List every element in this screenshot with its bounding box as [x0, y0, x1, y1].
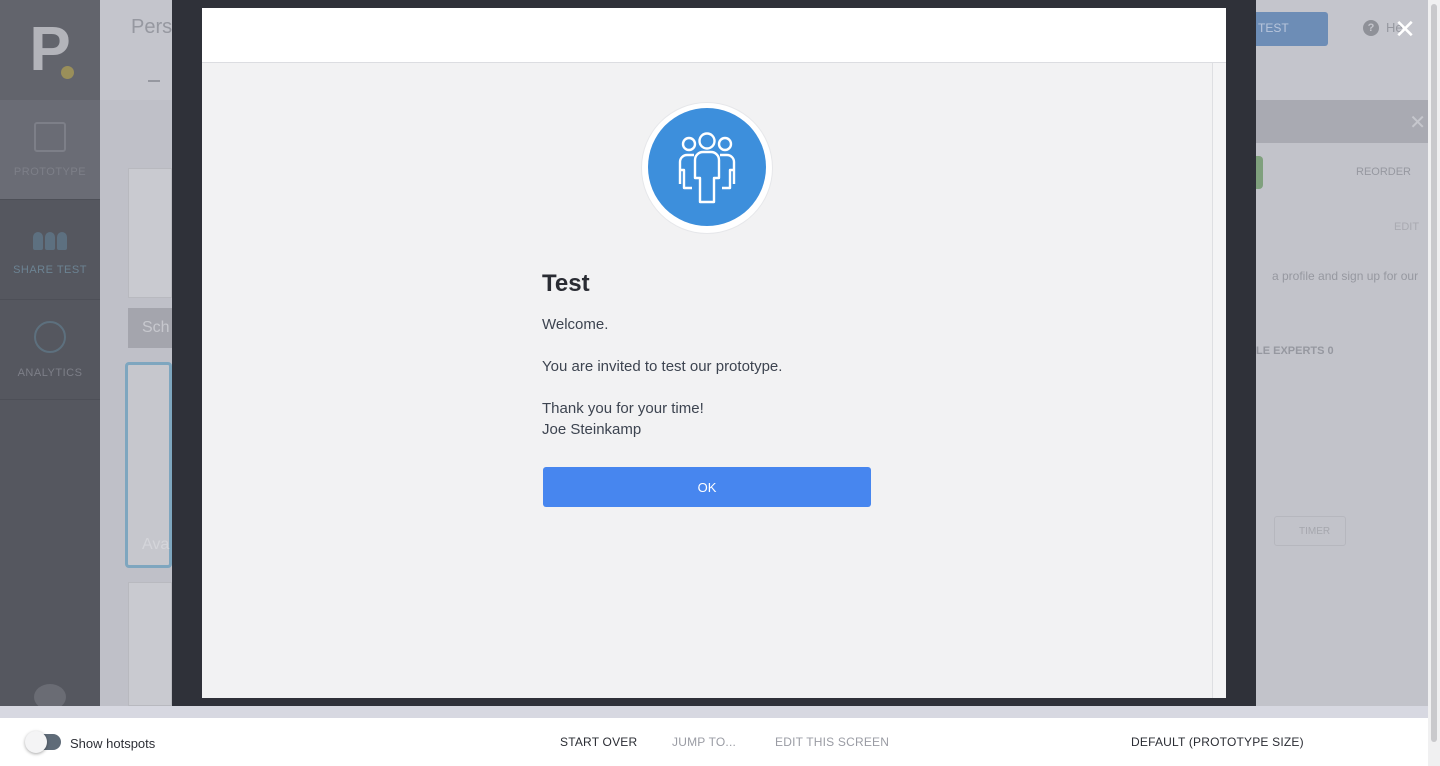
help-icon[interactable]: ? — [1363, 20, 1379, 36]
welcome-line: Thank you for your time! — [542, 400, 704, 417]
screen-thumbnails: Sch Ava — [125, 150, 172, 706]
ok-button[interactable]: OK — [543, 467, 871, 507]
welcome-title: Test — [542, 270, 590, 297]
hotspots-toggle-label[interactable]: Show hotspots — [70, 736, 155, 751]
upload-icon[interactable] — [148, 70, 160, 82]
sidebar-item-label: ANALYTICS — [17, 366, 83, 379]
welcome-line: Welcome. — [542, 316, 609, 333]
panel-accent — [1256, 156, 1263, 189]
sidebar-item-label: PROTOTYPE — [13, 165, 87, 178]
page-title: Pers — [131, 16, 173, 38]
timer-button[interactable]: TIMER — [1274, 516, 1346, 546]
sidebar-item-prototype[interactable]: PROTOTYPE — [0, 100, 100, 200]
screen-thumbnail-label: Ava — [142, 536, 170, 553]
prototype-icon — [34, 121, 66, 152]
app-sidebar: P PROTOTYPE SHARE TEST ANALYTICS — [0, 0, 100, 718]
close-icon[interactable]: ✕ — [1409, 110, 1426, 135]
viewer-toolbar: Show hotspots START OVER JUMP TO... EDIT… — [0, 718, 1428, 766]
edit-button[interactable]: EDIT — [1394, 221, 1419, 233]
right-panel: ✕ REORDER EDIT a profile and sign up for… — [1256, 100, 1428, 706]
welcome-message: Welcome. You are invited to test our pro… — [542, 314, 982, 440]
reorder-button[interactable]: REORDER — [1356, 166, 1411, 178]
people-icon — [33, 224, 67, 250]
sidebar-item-label: SHARE TEST — [13, 263, 87, 276]
screen-group-label[interactable]: Sch — [128, 308, 172, 348]
jump-to-button[interactable]: JUMP TO... — [672, 735, 736, 749]
sidebar-item-share-test[interactable]: SHARE TEST — [0, 200, 100, 300]
team-icon — [648, 108, 766, 226]
sidebar-item-analytics[interactable]: ANALYTICS — [0, 300, 100, 400]
logo-dot — [61, 66, 74, 79]
screen-thumbnail[interactable] — [128, 582, 172, 706]
analytics-icon — [34, 320, 66, 353]
page-scrollbar[interactable] — [1428, 0, 1440, 766]
experts-count: LE EXPERTS 0 — [1256, 345, 1334, 357]
prototype-screen: Test Welcome. You are invited to test ou… — [202, 63, 1226, 698]
size-select[interactable]: DEFAULT (PROTOTYPE SIZE) — [1131, 735, 1304, 749]
edit-screen-button[interactable]: EDIT THIS SCREEN — [775, 735, 889, 749]
panel-header: ✕ — [1256, 100, 1428, 143]
screen-scrollbar[interactable] — [1212, 63, 1226, 698]
welcome-signature: Joe Steinkamp — [542, 421, 642, 438]
screen-thumbnail[interactable] — [128, 168, 172, 298]
toggle-knob — [25, 731, 47, 753]
welcome-line: You are invited to test our prototype. — [542, 358, 783, 375]
hotspots-toggle[interactable] — [25, 731, 61, 753]
device-topbar — [202, 8, 1226, 63]
panel-description: a profile and sign up for our — [1272, 269, 1419, 283]
start-over-button[interactable]: START OVER — [560, 735, 637, 749]
toolbar-divider — [0, 706, 1428, 718]
welcome-avatar — [642, 103, 772, 233]
close-icon[interactable]: ✕ — [1394, 16, 1416, 42]
page-scrollbar-thumb[interactable] — [1431, 4, 1437, 742]
app-logo[interactable]: P — [0, 0, 100, 100]
